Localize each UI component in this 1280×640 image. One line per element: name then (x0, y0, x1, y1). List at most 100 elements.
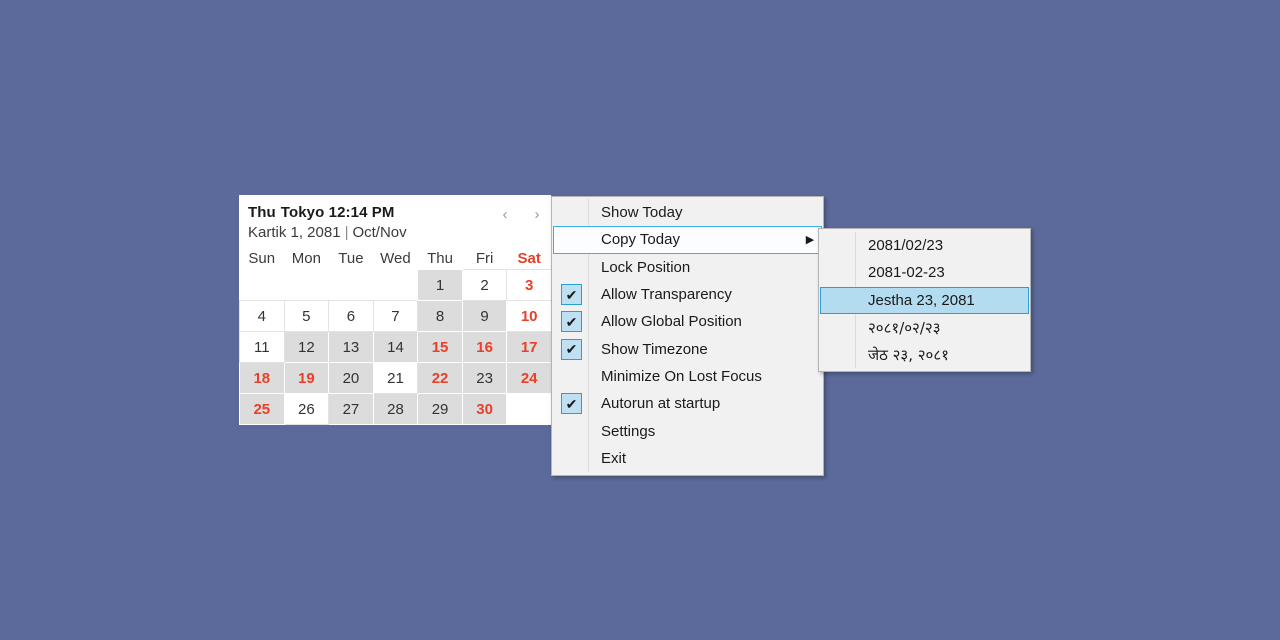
calendar-nav[interactable]: ‹ › (497, 205, 545, 223)
menu-item-allow-global-position[interactable]: ✔ Allow Global Position (553, 308, 822, 335)
calendar-day-cell[interactable]: 23 (461, 362, 508, 394)
calendar-day-cell[interactable]: 29 (417, 393, 463, 425)
checkmark-icon[interactable]: ✔ (561, 338, 582, 360)
calendar-day-cell[interactable]: 2 (461, 269, 508, 301)
submenu-item-5[interactable]: जेठ २३, २०८१ (820, 341, 1029, 368)
menu-item-label: Lock Position (601, 258, 691, 276)
checkmark-icon[interactable]: ✔ (561, 284, 582, 306)
calendar-day-cell[interactable]: 5 (283, 300, 330, 332)
calendar-day-cell[interactable]: 14 (372, 331, 419, 363)
calendar-cell-empty (328, 269, 374, 301)
calendar-day-cell[interactable]: 20 (328, 362, 374, 394)
calendar-day-cell[interactable]: 12 (283, 331, 330, 363)
weekday-header-fri: Fri (462, 247, 507, 270)
submenu-item-1[interactable]: 2081/02/23 (820, 232, 1029, 259)
calendar-day-cell[interactable]: 3 (506, 269, 552, 301)
bs-date-label: Kartik 1, 2081 (248, 224, 341, 241)
calendar-week-row: 11 12 13 14 15 16 17 (239, 331, 552, 363)
next-month-icon[interactable]: › (529, 205, 545, 223)
calendar-cell-empty (506, 393, 552, 425)
calendar-day-cell[interactable]: 11 (239, 331, 285, 363)
calendar-day-cell[interactable]: 17 (506, 331, 552, 363)
calendar-day-cell[interactable]: 15 (417, 331, 463, 363)
prev-month-icon[interactable]: ‹ (497, 205, 513, 223)
menu-item-label: Copy Today (601, 231, 680, 249)
menu-item-exit[interactable]: Exit (553, 445, 822, 472)
calendar-header: Thu Tokyo 12:14 PM Kartik 1, 2081 | Oct/Nov… (239, 195, 551, 247)
timezone-weekday: Thu (248, 204, 276, 221)
calendar-day-cell[interactable]: 4 (239, 300, 285, 332)
calendar-day-cell[interactable]: 27 (328, 393, 374, 425)
menu-item-gutter: ✔ (554, 338, 589, 360)
menu-item-lock-position[interactable]: Lock Position (553, 254, 822, 281)
date-separator: | (344, 224, 349, 241)
calendar-day-cell[interactable]: 19 (283, 362, 330, 394)
menu-item-label: Minimize On Lost Focus (601, 367, 762, 385)
weekday-header-row: Sun Mon Tue Wed Thu Fri Sat (239, 247, 552, 270)
calendar-day-cell[interactable]: 9 (461, 300, 508, 332)
menu-item-label: Settings (601, 422, 656, 440)
calendar-day-cell[interactable]: 21 (372, 362, 419, 394)
submenu-item-label: जेठ २३, २०८१ (868, 345, 949, 364)
calendar-grid: Sun Mon Tue Wed Thu Fri Sat 1 2 3 4 5 6 7 8 9 10 11 12 13 1… (239, 247, 552, 425)
submenu-item-label: २०८१/०२/२३ (868, 318, 941, 337)
calendar-day-cell[interactable]: 18 (239, 362, 285, 394)
menu-item-label: Autorun at startup (601, 395, 721, 413)
menu-item-show-timezone[interactable]: ✔ Show Timezone (553, 335, 822, 362)
weekday-header-tue: Tue (328, 247, 374, 270)
menu-item-copy-today[interactable]: Copy Today ▶ (553, 226, 822, 254)
calendar-body: 1 2 3 4 5 6 7 8 9 10 11 12 13 14 15 16 17 18 19 20 21 22 23 24 2… (239, 269, 552, 425)
timezone-city: Tokyo (280, 204, 325, 221)
checkmark-icon[interactable]: ✔ (561, 393, 582, 415)
submenu-item-4[interactable]: २०८१/०२/२३ (820, 314, 1029, 341)
copy-today-submenu[interactable]: 2081/02/23 2081-02-23 Jestha 23, 2081 २०८१/… (818, 228, 1031, 373)
calendar-day-cell[interactable]: 7 (372, 300, 419, 332)
calendar-day-cell[interactable]: 26 (283, 393, 330, 425)
menu-item-show-today[interactable]: Show Today (553, 199, 822, 226)
menu-item-label: Exit (601, 449, 627, 467)
calendar-day-cell[interactable]: 24 (506, 362, 552, 394)
calendar-day-cell[interactable]: 1 (417, 269, 463, 301)
calendar-day-cell[interactable]: 10 (506, 300, 552, 332)
calendar-day-cell[interactable]: 22 (417, 362, 463, 394)
calendar-day-cell[interactable]: 16 (461, 331, 508, 363)
calendar-week-row: 4 5 6 7 8 9 10 (239, 300, 552, 332)
menu-item-gutter: ✔ (554, 311, 589, 333)
calendar-widget[interactable]: Thu Tokyo 12:14 PM Kartik 1, 2081 | Oct/Nov… (239, 195, 552, 425)
menu-item-label: Show Today (601, 204, 683, 222)
weekday-header-sun: Sun (239, 247, 285, 270)
menu-item-label: Allow Global Position (601, 313, 742, 331)
calendar-day-cell[interactable]: 28 (372, 393, 419, 425)
calendar-day-cell[interactable]: 6 (328, 300, 374, 332)
weekday-header-mon: Mon (284, 247, 329, 270)
ad-months-label: Oct/Nov (352, 224, 407, 241)
submenu-item-2[interactable]: 2081-02-23 (820, 259, 1029, 286)
submenu-item-label: Jestha 23, 2081 (868, 291, 975, 309)
timezone-time: 12:14 PM (328, 204, 395, 221)
calendar-day-cell[interactable]: 30 (461, 393, 508, 425)
weekday-header-wed: Wed (373, 247, 418, 270)
date-line: Kartik 1, 2081 | Oct/Nov (248, 223, 541, 243)
submenu-item-3[interactable]: Jestha 23, 2081 (820, 286, 1029, 314)
calendar-day-cell[interactable]: 13 (328, 331, 374, 363)
menu-item-autorun-at-startup[interactable]: ✔ Autorun at startup (553, 390, 822, 417)
checkmark-icon[interactable]: ✔ (561, 311, 582, 333)
context-menu[interactable]: Show Today Copy Today ▶ Lock Position ✔ Allow… (551, 196, 824, 476)
calendar-cell-empty (373, 269, 418, 301)
menu-item-settings[interactable]: Settings (553, 417, 822, 444)
menu-item-gutter: ✔ (554, 393, 589, 415)
weekday-header-sat: Sat (506, 247, 552, 270)
menu-item-label: Allow Transparency (601, 286, 732, 304)
calendar-cell-empty (239, 269, 285, 301)
calendar-week-row: 123 (239, 269, 552, 301)
menu-item-minimize-on-lost-focus[interactable]: Minimize On Lost Focus (553, 363, 822, 390)
calendar-cell-empty (284, 269, 329, 301)
calendar-day-cell[interactable]: 25 (239, 393, 285, 425)
submenu-item-label: 2081/02/23 (868, 237, 944, 255)
calendar-week-row: 25 26 27 28 29 30 (239, 393, 552, 425)
menu-item-gutter: ✔ (554, 284, 589, 306)
menu-item-allow-transparency[interactable]: ✔ Allow Transparency (553, 281, 822, 308)
menu-item-label: Show Timezone (601, 340, 708, 358)
calendar-week-row: 18 19 20 21 22 23 24 (239, 362, 552, 394)
calendar-day-cell[interactable]: 8 (417, 300, 463, 332)
